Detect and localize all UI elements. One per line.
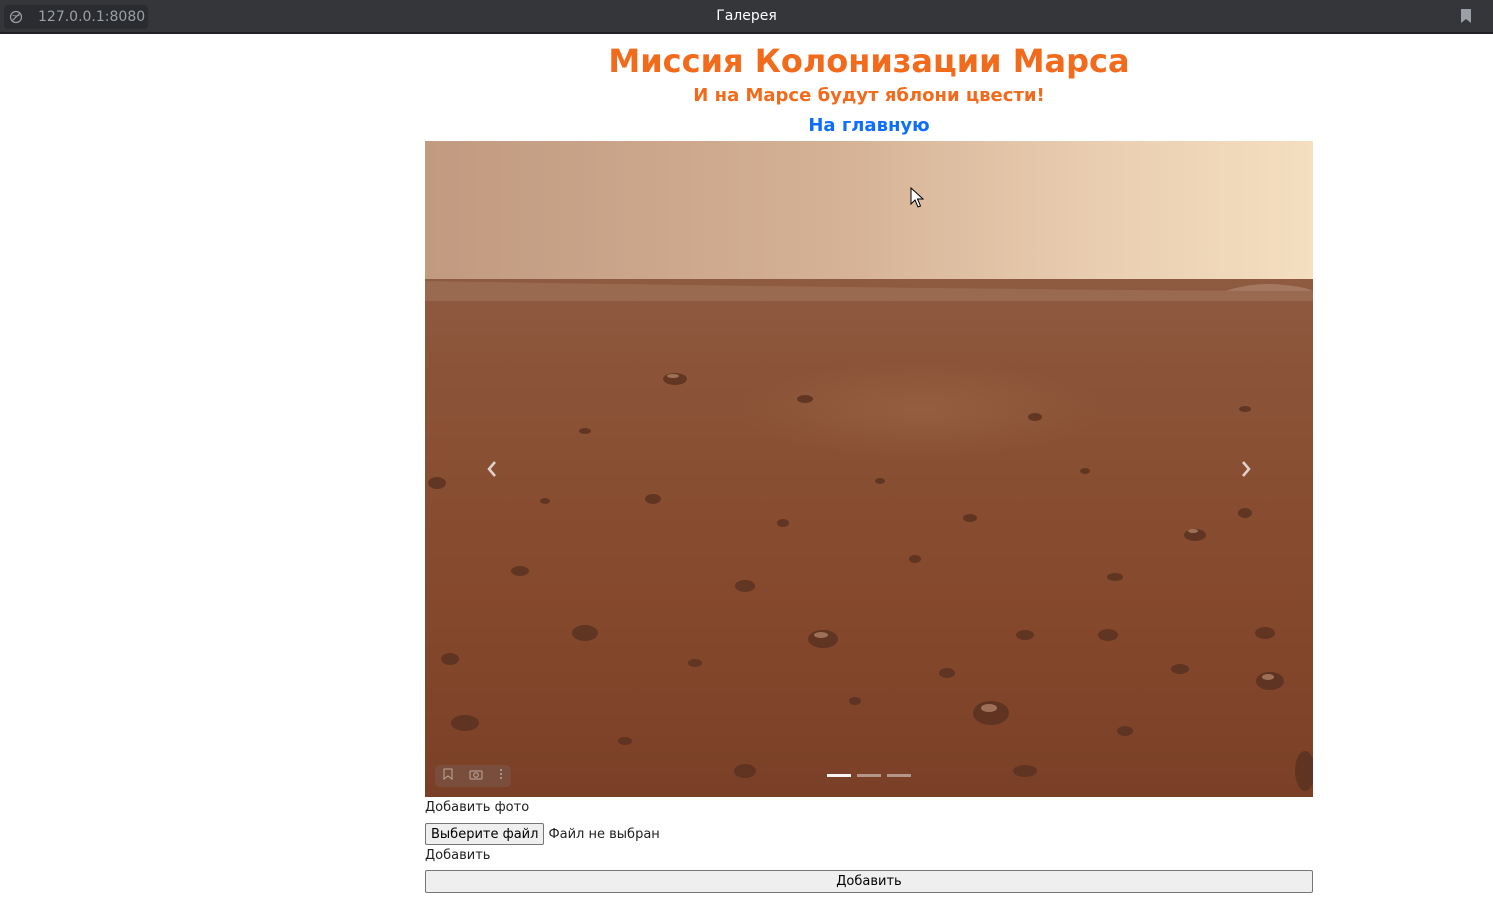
chevron-right-icon [1240, 460, 1252, 483]
camera-icon[interactable] [469, 767, 483, 785]
page-title: Миссия Колонизации Марса [608, 42, 1130, 80]
more-options-icon[interactable] [499, 767, 503, 785]
chevron-left-icon [486, 460, 498, 483]
image-overlay-toolbar [435, 765, 511, 787]
carousel-next-button[interactable] [1226, 451, 1266, 491]
mouse-cursor-icon [910, 186, 925, 214]
page-tab-title: Галерея [716, 8, 777, 24]
carousel-indicators [425, 774, 1313, 777]
browser-toolbar: 127.0.0.1:8080 Галерея [0, 0, 1493, 34]
page-subtitle: И на Марсе будут яблони цвести! [693, 85, 1045, 106]
carousel-indicator[interactable] [887, 774, 911, 777]
carousel-indicator[interactable] [857, 774, 881, 777]
add-label: Добавить [425, 848, 491, 863]
image-carousel [425, 141, 1313, 797]
home-link[interactable]: На главную [425, 111, 1313, 141]
photo-label: Добавить фото [425, 800, 530, 815]
choose-file-button[interactable]: Выберите файл [425, 823, 545, 845]
file-status-text: Файл не выбран [548, 826, 660, 842]
upload-form: Добавить фото Выберите файл Файл не выбр… [425, 800, 1313, 893]
save-image-icon[interactable] [443, 767, 453, 785]
page-content: Миссия Колонизации Марса И на Марсе буду… [425, 36, 1313, 893]
bookmark-icon[interactable] [1461, 9, 1471, 23]
submit-button[interactable]: Добавить [425, 870, 1313, 893]
mars-landscape-image [425, 141, 1313, 797]
carousel-indicator[interactable] [827, 774, 851, 777]
file-input[interactable]: Выберите файл Файл не выбран [425, 823, 1313, 845]
carousel-prev-button[interactable] [472, 451, 512, 491]
